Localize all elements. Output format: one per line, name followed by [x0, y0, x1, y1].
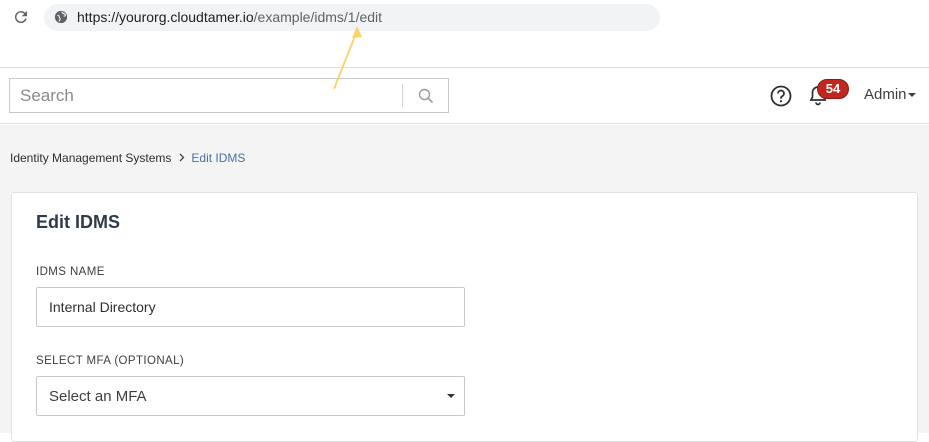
browser-toolbar: https://yourorg.cloudtamer.io/example/id…: [0, 0, 929, 68]
notification-badge: 54: [817, 79, 849, 99]
url-host: https://yourorg.cloudtamer.io: [77, 9, 254, 25]
mfa-select-value: Select an MFA: [49, 388, 147, 405]
help-icon[interactable]: [770, 85, 792, 107]
mfa-select-label: SELECT MFA (OPTIONAL): [36, 355, 185, 367]
address-bar[interactable]: https://yourorg.cloudtamer.io/example/id…: [44, 4, 660, 31]
edit-idms-card: Edit IDMS IDMS NAME SELECT MFA (OPTIONAL…: [11, 192, 918, 442]
user-menu[interactable]: Admin: [864, 86, 916, 103]
url-path: /example/idms/1/edit: [253, 9, 383, 25]
chevron-down-icon: [907, 93, 916, 98]
idms-name-label: IDMS NAME: [36, 266, 105, 278]
globe-icon: [54, 10, 68, 24]
search-button[interactable]: [403, 79, 448, 112]
breadcrumb: Identity Management Systems Edit IDMS: [10, 151, 245, 165]
url-text: https://yourorg.cloudtamer.io/example/id…: [77, 9, 382, 25]
search-box: [9, 78, 449, 113]
chevron-right-icon: [179, 151, 185, 165]
breadcrumb-parent-link[interactable]: Identity Management Systems: [10, 151, 171, 165]
user-menu-label: Admin: [864, 86, 907, 103]
app-header: 54 Admin: [0, 68, 929, 124]
notifications-button[interactable]: 54: [808, 79, 849, 110]
card-title: Edit IDMS: [36, 212, 120, 232]
chevron-down-icon: [447, 394, 455, 398]
reload-icon[interactable]: [12, 8, 30, 26]
idms-name-input[interactable]: [36, 287, 465, 327]
breadcrumb-current: Edit IDMS: [191, 151, 246, 165]
search-icon: [418, 88, 433, 103]
mfa-select[interactable]: Select an MFA: [36, 376, 465, 416]
search-input[interactable]: [10, 79, 402, 112]
